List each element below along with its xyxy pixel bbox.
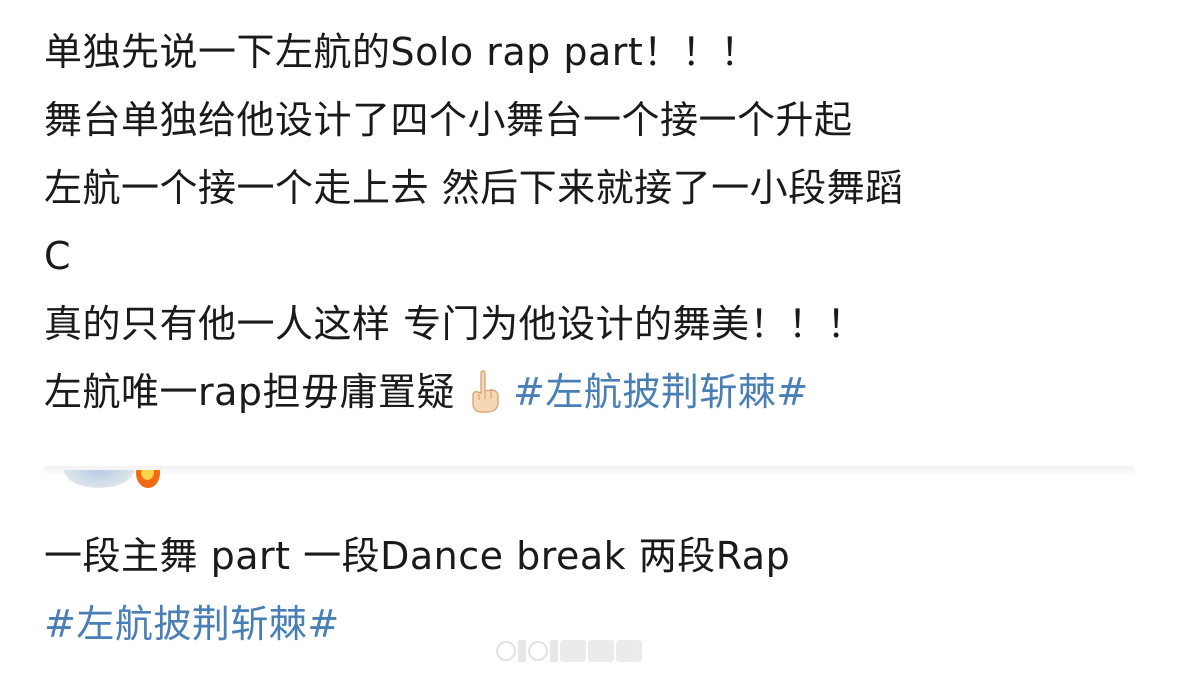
watermark-mark (518, 640, 526, 662)
watermark (496, 636, 642, 666)
post-line-3: 左航一个接一个走上去 然后下来就接了一小段舞蹈 (44, 166, 904, 210)
comment-divider (44, 466, 1134, 474)
avatar-image (64, 470, 134, 488)
pointing-up-emoji-icon (465, 366, 505, 413)
avatar[interactable] (60, 470, 170, 492)
post-line-5: 真的只有他一人这样 专门为他设计的舞美！！！ (44, 302, 866, 346)
post-line-4: C (44, 234, 72, 278)
watermark-circle-icon (496, 641, 516, 661)
reply-line-1: 一段主舞 part 一段Dance break 两段Rap (44, 534, 791, 578)
watermark-mark (560, 640, 586, 662)
reply-hashtag-link[interactable]: #左航披荆斩棘# (44, 602, 340, 646)
watermark-mark (616, 640, 642, 662)
post-line-2: 舞台单独给他设计了四个小舞台一个接一个升起 (44, 98, 853, 142)
post-line-6: 左航唯一rap担毋庸置疑 #左航披荆斩棘# (44, 358, 1144, 426)
post-content: 单独先说一下左航的Solo rap part！！！ 舞台单独给他设计了四个小舞台… (44, 18, 1144, 426)
post-line-6-text: 左航唯一rap担毋庸置疑 (44, 370, 456, 414)
watermark-mark (588, 640, 614, 662)
post-line-1: 单独先说一下左航的Solo rap part！！！ (44, 30, 759, 74)
watermark-circle-icon (528, 641, 548, 661)
watermark-mark (550, 640, 558, 662)
post-hashtag-link[interactable]: #左航披荆斩棘# (513, 370, 809, 414)
